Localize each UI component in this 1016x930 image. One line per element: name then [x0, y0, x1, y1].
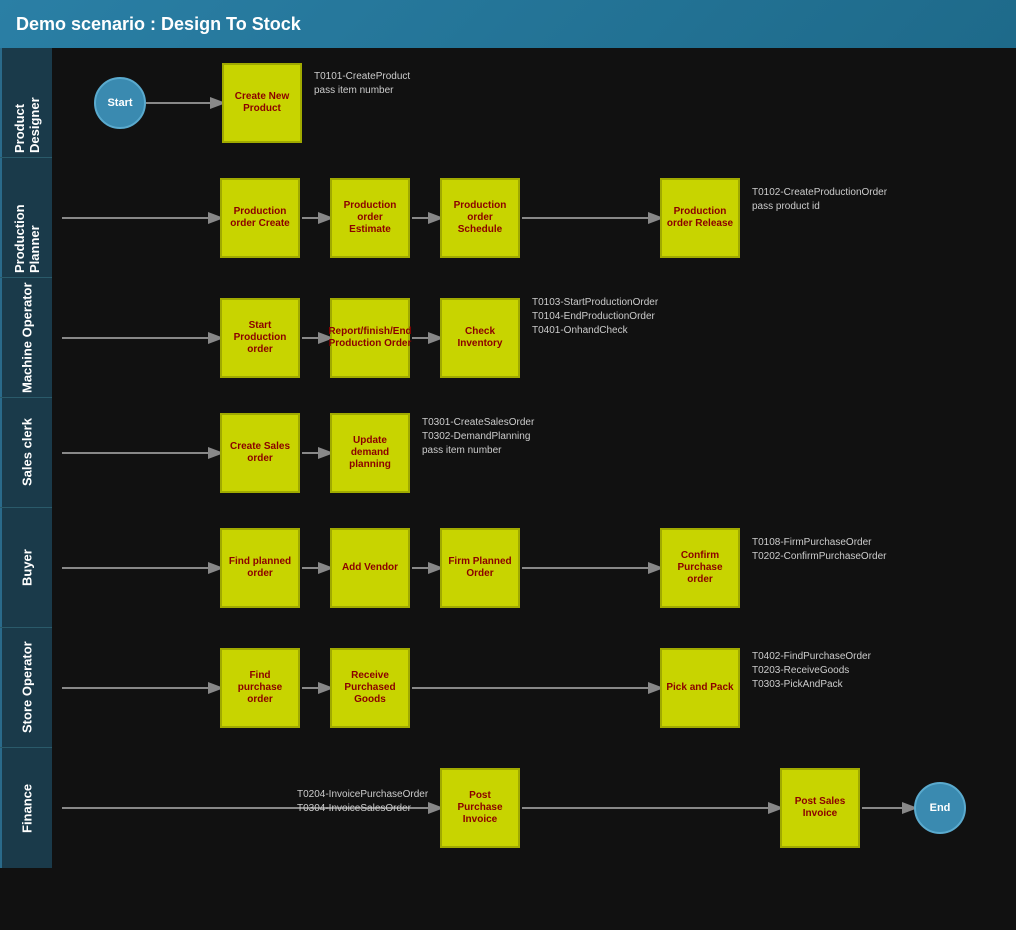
prod-order-schedule-node[interactable]: Production order Schedule — [440, 178, 520, 258]
receive-goods-node[interactable]: Receive Purchased Goods — [330, 648, 410, 728]
create-new-product-label: Create New Product — [228, 91, 296, 115]
add-vendor-node[interactable]: Add Vendor — [330, 528, 410, 608]
report-finished-node[interactable]: Report/finish/End Production Order — [330, 298, 410, 378]
lane-content-production-planner: Production order Create Production order… — [52, 158, 1016, 278]
prod-order-create-node[interactable]: Production order Create — [220, 178, 300, 258]
lane-label-finance: Finance — [0, 748, 52, 868]
annotation-t0103: T0103-StartProductionOrderT0104-EndProdu… — [532, 296, 658, 338]
start-label: Start — [107, 97, 132, 109]
lane-label-production-planner: Production Planner — [0, 158, 52, 277]
page-title: Demo scenario : Design To Stock — [16, 14, 301, 35]
lane-buyer: Buyer Find planned order Add Vendor — [0, 508, 1016, 628]
check-inventory-node[interactable]: Check Inventory — [440, 298, 520, 378]
annotation-t0102: T0102-CreateProductionOrderpass product … — [752, 186, 887, 214]
end-label: End — [930, 802, 951, 814]
lane-machine-operator: Machine Operator Start Production order … — [0, 278, 1016, 398]
lane-production-planner: Production Planner Production order Crea… — [0, 158, 1016, 278]
prod-order-release-node[interactable]: Production order Release — [660, 178, 740, 258]
lane-finance: Finance T0204-InvoicePurchaseOrderT0304-… — [0, 748, 1016, 868]
start-prod-order-node[interactable]: Start Production order — [220, 298, 300, 378]
update-demand-node[interactable]: Update demand planning — [330, 413, 410, 493]
annotation-t0108: T0108-FirmPurchaseOrderT0202-ConfirmPurc… — [752, 536, 887, 564]
lane-label-product-designer: Product Designer — [0, 48, 52, 157]
title-bar: Demo scenario : Design To Stock — [0, 0, 1016, 48]
annotation-t0101: T0101-CreateProductpass item number — [314, 70, 410, 98]
post-sales-invoice-node[interactable]: Post Sales Invoice — [780, 768, 860, 848]
start-node[interactable]: Start — [94, 77, 146, 129]
lane-label-sales-clerk: Sales clerk — [0, 398, 52, 507]
lane-content-product-designer: Start Create New Product T0101-CreatePro… — [52, 48, 1016, 158]
create-new-product-node[interactable]: Create New Product — [222, 63, 302, 143]
confirm-purchase-order-node[interactable]: Confirm Purchase order — [660, 528, 740, 608]
create-sales-order-node[interactable]: Create Sales order — [220, 413, 300, 493]
firm-planned-order-node[interactable]: Firm Planned Order — [440, 528, 520, 608]
lane-sales-clerk: Sales clerk Create Sales order Update de… — [0, 398, 1016, 508]
pick-and-pack-node[interactable]: Pick and Pack — [660, 648, 740, 728]
lane-product-designer: Product Designer Start Create New Produc… — [0, 48, 1016, 158]
lane-content-buyer: Find planned order Add Vendor Firm Plann… — [52, 508, 1016, 628]
diagram-container: Product Designer Start Create New Produc… — [0, 48, 1016, 930]
lane-store-operator: Store Operator Find purchase order Recei… — [0, 628, 1016, 748]
find-planned-order-node[interactable]: Find planned order — [220, 528, 300, 608]
end-node[interactable]: End — [914, 782, 966, 834]
lane-content-store-operator: Find purchase order Receive Purchased Go… — [52, 628, 1016, 748]
lane-label-store-operator: Store Operator — [0, 628, 52, 747]
annotation-t0301: T0301-CreateSalesOrderT0302-DemandPlanni… — [422, 416, 534, 458]
lane-label-buyer: Buyer — [0, 508, 52, 627]
find-purchase-order-node[interactable]: Find purchase order — [220, 648, 300, 728]
annotation-t0402: T0402-FindPurchaseOrderT0203-ReceiveGood… — [752, 650, 871, 692]
lane-content-sales-clerk: Create Sales order Update demand plannin… — [52, 398, 1016, 508]
annotation-t0204: T0204-InvoicePurchaseOrderT0304-InvoiceS… — [297, 788, 428, 816]
prod-order-estimate-node[interactable]: Production order Estimate — [330, 178, 410, 258]
lane-content-machine-operator: Start Production order Report/finish/End… — [52, 278, 1016, 398]
lane-content-finance: T0204-InvoicePurchaseOrderT0304-InvoiceS… — [52, 748, 1016, 868]
post-purchase-invoice-node[interactable]: Post Purchase Invoice — [440, 768, 520, 848]
lane-label-machine-operator: Machine Operator — [0, 278, 52, 397]
